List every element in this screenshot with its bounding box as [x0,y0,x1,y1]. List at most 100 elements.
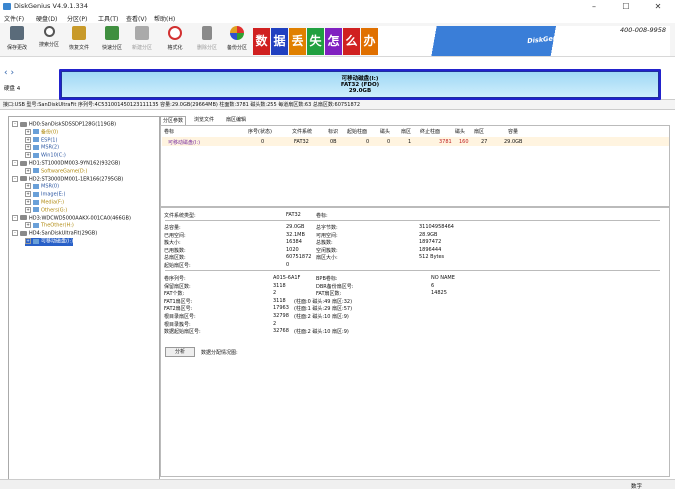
banner-stripe: 400-008-9958 DiskGenius团队为您服务 QQ: 400008… [377,26,670,56]
tree-node-label: HD1:ST1000DM003-9YN162(932GB) [29,160,121,167]
detail-label: 可用空间: [316,232,338,239]
tree-partition-node[interactable]: + 可移动磁盘(I:) [25,238,74,246]
search-partition-button[interactable]: 搜索分区 [36,26,62,54]
tree-partition-node[interactable]: + ESP(1) [25,136,58,145]
banner-char: 据 [271,28,288,55]
tree-partition-node[interactable]: + MSR(0) [25,183,59,191]
detail-label: 总扇区数: [164,255,186,262]
cell-id: 0B [330,139,337,145]
tree-partition-node[interactable]: + TheOther(H:) [25,222,74,230]
banner-char: 丢 [289,28,306,55]
partition-icon [33,144,39,150]
tree-disk-node[interactable]: - HD2:ST3000DM001-1ER166(2795GB) [12,175,123,184]
menu-partition[interactable]: 分区(P) [67,14,87,23]
col-header: 终止柱面 [420,129,441,135]
disk-tree[interactable]: - HD0:SanDiskSDSSDP128G(119GB) + 备份(0) + ESP(… [8,116,160,480]
detail-value: 0 [286,262,290,268]
expand-toggle-icon[interactable]: - [12,214,18,221]
menu-help[interactable]: 帮助(H) [154,14,175,23]
format-icon [168,26,182,40]
expand-toggle-icon[interactable]: + [25,238,31,244]
maximize-button[interactable]: ☐ [611,0,641,13]
detail-value: 14825 [431,290,447,297]
banner-char: 怎 [325,28,342,55]
quick-partition-icon [105,26,119,40]
partition-icon [33,183,39,189]
analyze-button[interactable]: 分析 [165,347,195,357]
advert-banner[interactable]: 400-008-9958 DiskGenius团队为您服务 QQ: 400008… [253,26,670,56]
close-button[interactable]: ✕ [643,0,673,13]
disk-info-bar: 接口:USB 型号:SanDiskUltraFit 序列号:4C53100145… [0,100,675,110]
disk-nav-arrows[interactable]: ‹ › [4,68,14,78]
expand-toggle-icon[interactable]: + [25,191,31,198]
expand-toggle-icon[interactable]: + [25,144,31,151]
partition-icon [33,129,39,135]
expand-toggle-icon[interactable]: + [25,136,31,143]
recover-files-button[interactable]: 恢复文件 [66,26,92,54]
cell-end-head: 160 [459,139,469,145]
menu-view[interactable]: 查看(V) [126,14,147,23]
tree-disk-node[interactable]: - HD0:SanDiskSDSSDP128G(119GB) [12,121,116,129]
tree-partition-node[interactable]: + SoftwareGame(D:) [25,167,87,176]
expand-toggle-icon[interactable]: + [25,152,31,159]
tree-partition-node[interactable]: + Win10(C:) [25,152,66,160]
table-row[interactable] [162,137,669,146]
menu-tools[interactable]: 工具(T) [98,14,118,23]
partition-block[interactable]: 可移动磁盘(I:) FAT32 (FDO) 29.0GB [59,69,661,100]
partition-size: 29.0GB [348,88,372,94]
menu-file[interactable]: 文件(F) [4,14,24,23]
window-title: DiskGenius V4.9.1.334 [14,2,88,10]
detail-value: 28.9GB [419,231,438,238]
detail-label: DBR备份扇区号: [316,283,354,290]
tree-partition-node[interactable]: + MSR(2) [25,144,59,152]
tree-node-label: MSR(2) [41,144,60,151]
status-bar: 数字 [0,479,675,489]
tree-partition-node[interactable]: + Others(G:) [25,206,68,215]
expand-toggle-icon[interactable]: + [25,128,31,135]
menu-disk[interactable]: 硬盘(D) [36,14,57,23]
format-button[interactable]: 格式化 [162,26,188,54]
expand-toggle-icon[interactable]: - [12,121,18,127]
tree-node-label: Image(E:) [41,191,66,198]
tree-node-label: 可移动磁盘(I:) [41,238,74,245]
partition-icon [33,152,39,158]
save-changes-button[interactable]: 保存更改 [4,26,30,54]
tab-sector-edit[interactable]: 扇区编辑 [224,116,248,125]
quick-partition-button[interactable]: 快速分区 [99,26,125,54]
tab-partition-params[interactable]: 分区参数 [160,116,187,125]
detail-value: 17963 [273,305,289,312]
detail-label: 已用簇数: [164,247,186,254]
delete-partition-button[interactable]: 删除分区 [194,26,220,54]
tree-disk-node[interactable]: - HD1:ST1000DM003-9YN162(932GB) [12,160,120,168]
tree-node-label: ESP(1) [41,137,58,144]
expand-toggle-icon[interactable]: - [12,175,18,182]
expand-toggle-icon[interactable]: + [25,167,31,174]
detail-value: 16384 [286,239,302,246]
backup-partition-button[interactable]: 备份分区 [224,26,250,54]
tree-node-label: Others(G:) [41,207,68,214]
expand-toggle-icon[interactable]: + [25,199,31,205]
save-icon [10,26,24,40]
disk-icon [20,215,27,221]
cell-index: 0 [261,139,265,145]
tab-browse-files[interactable]: 浏览文件 [192,116,216,125]
col-header: 卷标 [164,129,175,135]
expand-toggle-icon[interactable]: + [25,183,31,190]
new-partition-button[interactable]: 新建分区 [129,26,155,54]
expand-toggle-icon[interactable]: + [25,206,31,213]
status-numlock: 数字 [631,484,643,489]
cell-volume: 可移动磁盘(I:) [168,140,201,146]
detail-value: A015-6A1F [273,275,301,281]
banner-char: 办 [361,28,378,55]
tree-disk-node[interactable]: - HD4:SanDiskUltraFit(29GB) [12,230,97,238]
tree-disk-node[interactable]: - HD3:WDCWD5000AAKX-001CA0(466GB) [12,214,131,223]
partition-details: 文件系统类型: FAT32 卷标: 总容量: 29.0GB 已用空间: 32.1MB 簇… [160,207,670,477]
minimize-button[interactable]: – [579,0,609,13]
tree-partition-node[interactable]: + Media(F:) [25,199,64,207]
tree-partition-node[interactable]: + 备份(0) [25,128,58,137]
tree-partition-node[interactable]: + Image(E:) [25,191,65,199]
expand-toggle-icon[interactable]: + [25,222,31,229]
expand-toggle-icon[interactable]: - [12,230,18,237]
title-bar: DiskGenius V4.9.1.334 – ☐ ✕ [0,0,675,13]
expand-toggle-icon[interactable]: - [12,160,18,166]
